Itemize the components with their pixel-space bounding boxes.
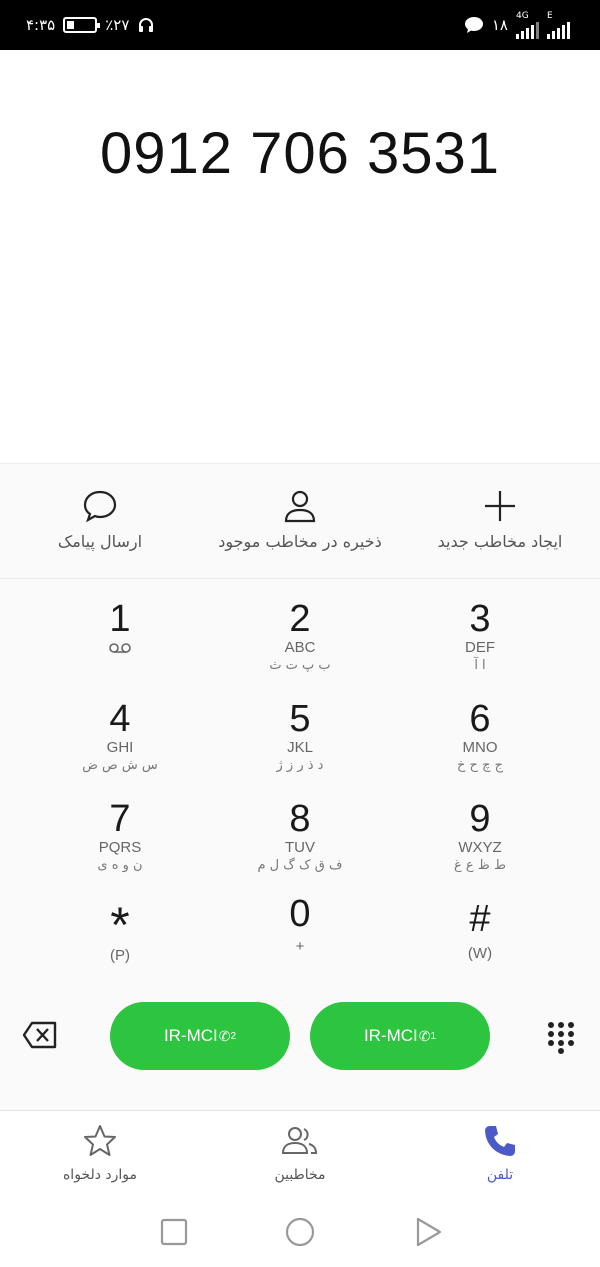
tab-contacts-label: مخاطبین	[274, 1167, 326, 1183]
plus-icon	[485, 491, 515, 521]
key-letters-en: +	[295, 938, 305, 955]
key-9[interactable]: 9 WXYZ ط ظ ع غ	[380, 779, 580, 879]
voicemail-icon	[109, 643, 131, 653]
system-nav-bar	[0, 1196, 600, 1267]
key-3[interactable]: 3 DEF ا آ	[380, 579, 580, 679]
send-sms-label: ارسال پیامک	[57, 532, 143, 551]
dialpad-toggle-icon[interactable]	[546, 1020, 576, 1054]
key-digit: 6	[469, 698, 491, 740]
key-letters-fa: ب پ ت ث	[269, 658, 331, 673]
key-letters-fa: ج چ ح خ	[457, 758, 503, 773]
sim1-number: 1	[430, 1030, 437, 1042]
key-letters-en: WXYZ	[458, 839, 502, 856]
sim1-phone-icon: ✆	[418, 1027, 431, 1044]
network-type-2: E	[547, 10, 553, 21]
notification-count: ۱۸	[491, 16, 508, 34]
battery-icon: ⚡	[63, 17, 101, 33]
key-letters-en: DEF	[465, 639, 495, 656]
create-contact-label: ایجاد مخاطب جدید	[437, 532, 563, 551]
key-4[interactable]: 4 GHI س ش ص ض	[20, 679, 220, 779]
dialed-number[interactable]: 0912 706 3531	[0, 120, 600, 187]
key-letters-fa: ا آ	[474, 658, 486, 673]
bottom-tabs: موارد دلخواه مخاطبین تلفن	[0, 1110, 600, 1196]
save-to-existing-button[interactable]: ذخیره در مخاطب موجود	[200, 464, 400, 580]
message-bubble-icon	[83, 490, 117, 523]
key-digit: 3	[469, 598, 491, 640]
tab-favorites[interactable]: موارد دلخواه	[0, 1111, 200, 1197]
key-letters-fa: ط ظ ع غ	[454, 858, 506, 873]
key-5[interactable]: 5 JKL د ذ ر ز ژ	[200, 679, 400, 779]
battery-percent: ٪۲۷	[105, 16, 130, 34]
battery-fill	[67, 21, 75, 29]
key-7[interactable]: 7 PQRS ن و ه ی	[20, 779, 220, 879]
status-right: ۱۸ 4G E	[464, 0, 570, 50]
call-sim2-button[interactable]: IR-MCI ✆ 2	[110, 1002, 290, 1070]
signal-icon-1	[516, 21, 539, 39]
key-letters-fa: س ش ص ض	[82, 758, 158, 773]
charging-bolt-icon: ⚡	[74, 17, 83, 31]
message-icon	[464, 17, 483, 33]
number-actions: ارسال پیامک ذخیره در مخاطب موجود ایجاد م…	[0, 463, 600, 579]
key-digit: 9	[469, 798, 491, 840]
key-digit: 5	[289, 698, 311, 740]
clock: ۴:۳۵	[26, 16, 56, 34]
key-letters-en: MNO	[462, 739, 498, 756]
sim2-phone-icon: ✆	[218, 1027, 231, 1044]
key-digit: 1	[109, 598, 131, 640]
key-letters-en: (P)	[110, 947, 130, 964]
key-letters-en: JKL	[287, 739, 313, 756]
key-6[interactable]: 6 MNO ج چ ح خ	[380, 679, 580, 779]
call-sim1-label: IR-MCI	[363, 1026, 418, 1045]
key-2[interactable]: 2 ABC ب پ ت ث	[200, 579, 400, 679]
key-0[interactable]: 0 +	[200, 879, 400, 979]
back-icon[interactable]	[412, 1216, 444, 1248]
star-icon	[84, 1125, 116, 1156]
status-bar: ۴:۳۵ ⚡ ٪۲۷ ۱۸ 4G E	[0, 0, 600, 50]
call-sim2-label: IR-MCI	[163, 1026, 218, 1045]
key-letters-en: ABC	[284, 639, 316, 656]
key-letters-fa: د ذ ر ز ژ	[276, 758, 324, 773]
key-letters-fa: ن و ه ی	[97, 858, 143, 873]
key-star[interactable]: * (P)	[20, 879, 220, 979]
backspace-icon[interactable]	[22, 1020, 58, 1050]
status-left: ۴:۳۵ ⚡ ٪۲۷	[26, 0, 155, 50]
key-digit: 7	[109, 798, 131, 840]
signal-icon-2	[547, 21, 570, 39]
call-sim1-button[interactable]: IR-MCI ✆ 1	[310, 1002, 490, 1070]
key-digit: 8	[289, 798, 311, 840]
key-digit: 4	[109, 698, 131, 740]
send-sms-button[interactable]: ارسال پیامک	[0, 464, 200, 580]
save-to-existing-label: ذخیره در مخاطب موجود	[218, 532, 382, 551]
key-digit: 2	[289, 598, 311, 640]
recents-icon[interactable]	[158, 1216, 190, 1248]
key-digit: *	[110, 897, 130, 953]
key-letters-en: PQRS	[98, 839, 142, 856]
sim2-number: 2	[230, 1030, 237, 1042]
key-letters-en: TUV	[285, 839, 315, 856]
tab-favorites-label: موارد دلخواه	[62, 1167, 138, 1183]
key-letters-fa: ف ق ک گ ل م	[257, 858, 343, 873]
key-hash[interactable]: # (W)	[380, 879, 580, 979]
tab-phone[interactable]: تلفن	[400, 1111, 600, 1197]
headphones-icon	[139, 18, 154, 32]
phone-icon	[485, 1126, 515, 1156]
key-1[interactable]: 1	[20, 579, 220, 679]
key-8[interactable]: 8 TUV ف ق ک گ ل م	[200, 779, 400, 879]
person-icon	[284, 490, 316, 523]
people-icon	[281, 1127, 318, 1154]
create-contact-button[interactable]: ایجاد مخاطب جدید	[400, 464, 600, 580]
network-type-1: 4G	[516, 10, 529, 21]
home-icon[interactable]	[284, 1216, 316, 1248]
key-letters-en: GHI	[106, 739, 134, 756]
call-row: IR-MCI ✆ 2 IR-MCI ✆ 1	[0, 1002, 600, 1072]
key-digit: #	[469, 898, 491, 940]
tab-contacts[interactable]: مخاطبین	[200, 1111, 400, 1197]
tab-phone-label: تلفن	[486, 1167, 514, 1183]
key-letters-en: (W)	[467, 945, 493, 962]
key-digit: 0	[289, 893, 311, 935]
